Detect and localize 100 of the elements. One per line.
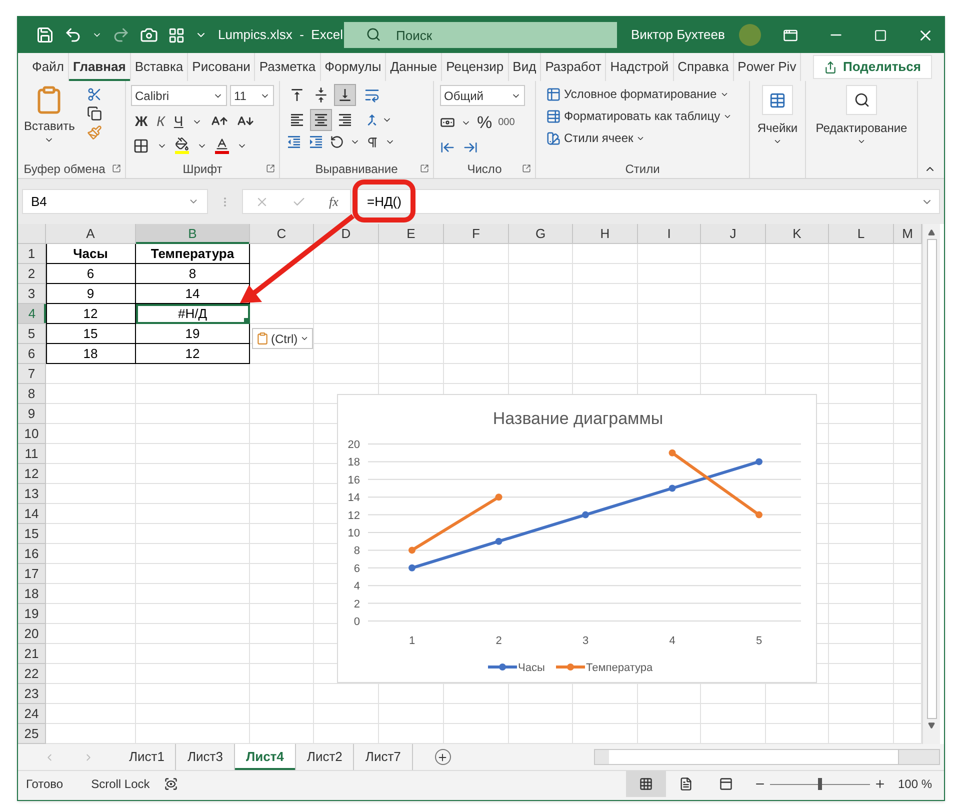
table-cell[interactable]: 9 (46, 284, 136, 304)
scroll-down-icon[interactable] (928, 722, 935, 729)
paste-options-button[interactable]: (Ctrl) (252, 328, 313, 349)
row-header[interactable]: 18 (18, 584, 46, 604)
indent-increase-icon[interactable] (308, 134, 324, 150)
column-header[interactable]: H (573, 224, 638, 244)
row-header[interactable]: 5 (18, 324, 46, 344)
column-header[interactable]: F (444, 224, 509, 244)
row-header[interactable]: 9 (18, 404, 46, 424)
maximize-icon[interactable] (874, 28, 887, 42)
row-header[interactable]: 22 (18, 664, 46, 684)
italic-button[interactable]: К (156, 111, 165, 132)
copy-icon[interactable] (86, 106, 102, 121)
font-color-icon[interactable] (215, 137, 229, 154)
row-header[interactable]: 17 (18, 564, 46, 584)
table-cell[interactable]: 12 (136, 344, 250, 364)
styles-menu-button[interactable]: Стили ячеек (546, 129, 739, 147)
ribbon-display-icon[interactable] (783, 28, 798, 42)
row-header[interactable]: 24 (18, 704, 46, 724)
thousands-button[interactable]: 000 (498, 115, 515, 130)
row-header[interactable]: 10 (18, 424, 46, 444)
row-header[interactable]: 23 (18, 684, 46, 704)
camera-icon[interactable] (140, 26, 158, 44)
row-header[interactable]: 8 (18, 384, 46, 404)
editing-button[interactable]: Редактирование (806, 81, 917, 160)
row-header[interactable]: 21 (18, 644, 46, 664)
grid-icon[interactable] (626, 771, 666, 797)
column-header[interactable]: J (701, 224, 766, 244)
formula-field[interactable]: =НД() (357, 189, 940, 214)
percent-button[interactable]: % (477, 110, 492, 136)
row-header[interactable]: 7 (18, 364, 46, 384)
zoom-slider[interactable] (770, 778, 870, 790)
table-cell[interactable]: Температура (136, 244, 250, 264)
table-cell[interactable]: 15 (46, 324, 136, 344)
align-center-icon[interactable] (310, 109, 332, 131)
row-header[interactable]: 19 (18, 604, 46, 624)
number-format-field[interactable]: Общий (440, 85, 525, 106)
column-header[interactable]: E (379, 224, 444, 244)
align-bottom-icon[interactable] (334, 84, 356, 106)
row-header[interactable]: 12 (18, 464, 46, 484)
table-cell[interactable]: 18 (46, 344, 136, 364)
indent-decrease-icon[interactable] (286, 134, 302, 150)
column-header[interactable]: B (136, 224, 250, 244)
insert-function-button[interactable]: fx (329, 192, 338, 212)
column-header[interactable]: G (509, 224, 573, 244)
table-cell[interactable]: 12 (46, 304, 136, 324)
vertical-scrollbar[interactable] (922, 224, 940, 744)
dialog-launcher-icon[interactable] (266, 164, 275, 173)
row-header[interactable]: 20 (18, 624, 46, 644)
zoom-slider-thumb[interactable] (818, 778, 822, 790)
row-header[interactable]: 14 (18, 504, 46, 524)
wrap-text-icon[interactable] (364, 87, 380, 103)
dialog-launcher-icon[interactable] (522, 164, 531, 173)
zoom-in-icon[interactable] (874, 778, 886, 790)
row-header[interactable]: 16 (18, 544, 46, 564)
decrease-decimal-icon[interactable] (463, 140, 478, 154)
dialog-launcher-icon[interactable] (112, 164, 121, 173)
add-sheet-icon[interactable] (434, 749, 451, 765)
borders-icon[interactable] (133, 138, 149, 154)
dialog-launcher-icon[interactable] (420, 164, 429, 173)
cells-button[interactable]: Ячейки (750, 81, 805, 160)
name-box[interactable]: B4 (22, 189, 208, 214)
sheet-tab[interactable]: Лист4 (234, 744, 296, 770)
fill-color-icon[interactable] (175, 137, 189, 154)
paste-button[interactable]: Вставить (24, 85, 75, 160)
row-header[interactable]: 6 (18, 344, 46, 364)
table-cell[interactable]: 19 (136, 324, 250, 344)
table-cell[interactable]: #Н/Д (136, 304, 250, 324)
search-field[interactable]: Поиск (344, 22, 617, 48)
styles-menu-button[interactable]: Форматировать как таблицу (546, 107, 739, 125)
scrollbar-thumb[interactable] (609, 750, 899, 764)
scroll-up-icon[interactable] (928, 229, 935, 236)
scrollbar-thumb[interactable] (926, 239, 936, 719)
row-header[interactable]: 25 (18, 724, 46, 744)
undo-icon[interactable] (64, 26, 82, 44)
share-button[interactable]: Поделиться (812, 55, 932, 79)
row-header[interactable]: 11 (18, 444, 46, 464)
horizontal-scrollbar[interactable] (594, 749, 940, 765)
column-header[interactable]: L (829, 224, 894, 244)
row-header[interactable]: 2 (18, 264, 46, 284)
table-cell[interactable]: 6 (46, 264, 136, 284)
row-header[interactable]: 4 (18, 304, 46, 324)
bold-button[interactable]: Ж (135, 111, 148, 132)
save-icon[interactable] (36, 26, 54, 44)
row-header[interactable]: 15 (18, 524, 46, 544)
column-header[interactable]: I (638, 224, 701, 244)
cut-icon[interactable] (86, 87, 102, 102)
underline-button[interactable]: Ч (174, 111, 184, 132)
orientation-icon[interactable] (330, 135, 344, 149)
column-header[interactable]: M (894, 224, 922, 244)
grid-icon[interactable] (168, 26, 185, 44)
styles-menu-button[interactable]: Условное форматирование (546, 85, 739, 103)
column-header[interactable]: K (766, 224, 829, 244)
font-size-field[interactable]: 11 (230, 85, 274, 106)
increase-decimal-icon[interactable] (440, 140, 455, 154)
row-header[interactable]: 3 (18, 284, 46, 304)
row-header[interactable]: 13 (18, 484, 46, 504)
font-name-field[interactable]: Calibri (131, 85, 227, 106)
table-cell[interactable]: Часы (46, 244, 136, 264)
row-header[interactable]: 1 (18, 244, 46, 264)
